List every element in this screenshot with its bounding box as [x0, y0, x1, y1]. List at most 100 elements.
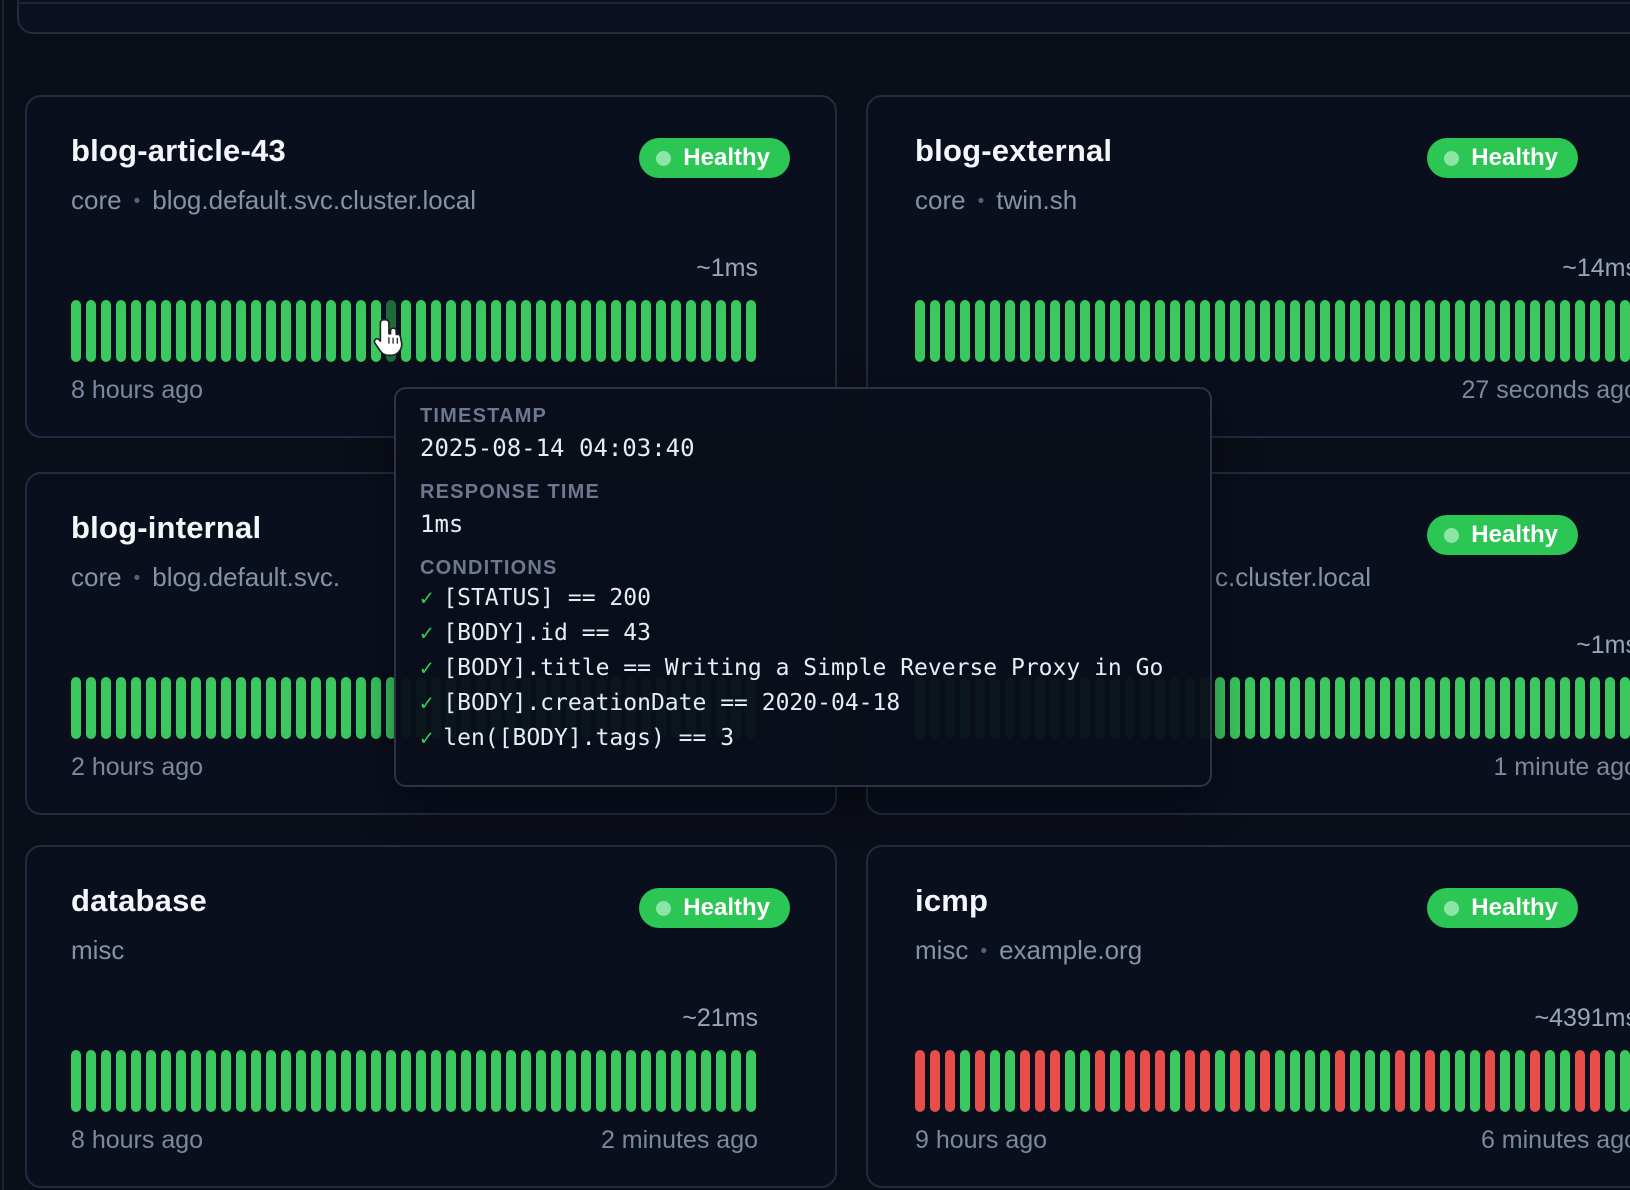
uptime-bar[interactable]	[1620, 677, 1630, 739]
uptime-bar[interactable]	[1200, 300, 1210, 362]
uptime-bar[interactable]	[71, 300, 81, 362]
uptime-bar[interactable]	[341, 1050, 351, 1112]
uptime-bar[interactable]	[161, 677, 171, 739]
uptime-bar[interactable]	[1380, 677, 1390, 739]
uptime-bar[interactable]	[71, 1050, 81, 1112]
uptime-bar[interactable]	[731, 300, 741, 362]
uptime-bar[interactable]	[1095, 1050, 1105, 1112]
uptime-bar[interactable]	[1380, 300, 1390, 362]
uptime-bar[interactable]	[1065, 300, 1075, 362]
uptime-bar[interactable]	[990, 1050, 1000, 1112]
uptime-bar[interactable]	[266, 300, 276, 362]
uptime-bar[interactable]	[746, 1050, 756, 1112]
uptime-bar[interactable]	[1365, 300, 1375, 362]
uptime-bar[interactable]	[101, 677, 111, 739]
uptime-bar[interactable]	[716, 300, 726, 362]
uptime-bar[interactable]	[596, 300, 606, 362]
uptime-bar[interactable]	[1185, 300, 1195, 362]
uptime-bar[interactable]	[1275, 1050, 1285, 1112]
uptime-bar[interactable]	[86, 300, 96, 362]
uptime-bar[interactable]	[1530, 1050, 1540, 1112]
service-card-icmp[interactable]: icmp misc•example.org Healthy ~4391ms 9 …	[866, 845, 1630, 1188]
uptime-bar[interactable]	[1560, 1050, 1570, 1112]
uptime-bar[interactable]	[131, 677, 141, 739]
uptime-bar[interactable]	[356, 1050, 366, 1112]
uptime-bar[interactable]	[1395, 677, 1405, 739]
uptime-bar[interactable]	[1470, 300, 1480, 362]
uptime-bar[interactable]	[930, 300, 940, 362]
uptime-bar[interactable]	[656, 1050, 666, 1112]
uptime-bar[interactable]	[1200, 1050, 1210, 1112]
uptime-bar[interactable]	[1350, 300, 1360, 362]
uptime-bar[interactable]	[1425, 677, 1435, 739]
uptime-bar[interactable]	[146, 1050, 156, 1112]
uptime-bar[interactable]	[1050, 1050, 1060, 1112]
uptime-bar[interactable]	[146, 677, 156, 739]
uptime-bar[interactable]	[1455, 300, 1465, 362]
uptime-bar[interactable]	[1170, 300, 1180, 362]
uptime-bar[interactable]	[1395, 300, 1405, 362]
uptime-bar[interactable]	[296, 300, 306, 362]
uptime-bar[interactable]	[1425, 1050, 1435, 1112]
uptime-bar[interactable]	[266, 1050, 276, 1112]
uptime-bar[interactable]	[1215, 300, 1225, 362]
uptime-bar[interactable]	[281, 300, 291, 362]
uptime-bar[interactable]	[1575, 1050, 1585, 1112]
uptime-bar[interactable]	[1245, 677, 1255, 739]
uptime-bar[interactable]	[1545, 300, 1555, 362]
uptime-bar[interactable]	[1365, 1050, 1375, 1112]
uptime-bar[interactable]	[86, 1050, 96, 1112]
uptime-bar[interactable]	[1320, 1050, 1330, 1112]
uptime-bar[interactable]	[1545, 1050, 1555, 1112]
uptime-bar[interactable]	[1080, 300, 1090, 362]
uptime-bar[interactable]	[1350, 1050, 1360, 1112]
uptime-bar[interactable]	[1050, 300, 1060, 362]
uptime-bar[interactable]	[1275, 300, 1285, 362]
uptime-bar[interactable]	[975, 1050, 985, 1112]
uptime-bar[interactable]	[1590, 677, 1600, 739]
uptime-bar[interactable]	[296, 677, 306, 739]
uptime-bar[interactable]	[1605, 1050, 1615, 1112]
uptime-bar[interactable]	[1560, 677, 1570, 739]
uptime-bar[interactable]	[131, 1050, 141, 1112]
uptime-bar[interactable]	[671, 1050, 681, 1112]
uptime-bar[interactable]	[1440, 677, 1450, 739]
uptime-bar[interactable]	[476, 300, 486, 362]
uptime-bar[interactable]	[206, 300, 216, 362]
uptime-bar[interactable]	[1290, 1050, 1300, 1112]
uptime-bar-graph[interactable]	[71, 300, 756, 362]
uptime-bar[interactable]	[1290, 300, 1300, 362]
uptime-bar[interactable]	[1350, 677, 1360, 739]
uptime-bar[interactable]	[1410, 300, 1420, 362]
uptime-bar[interactable]	[176, 1050, 186, 1112]
uptime-bar[interactable]	[521, 300, 531, 362]
uptime-bar[interactable]	[1110, 300, 1120, 362]
uptime-bar[interactable]	[686, 300, 696, 362]
uptime-bar[interactable]	[476, 1050, 486, 1112]
uptime-bar[interactable]	[686, 1050, 696, 1112]
uptime-bar[interactable]	[356, 300, 366, 362]
uptime-bar[interactable]	[1005, 300, 1015, 362]
uptime-bar-graph[interactable]	[915, 1050, 1630, 1112]
uptime-bar[interactable]	[701, 1050, 711, 1112]
uptime-bar[interactable]	[131, 300, 141, 362]
uptime-bar[interactable]	[1290, 677, 1300, 739]
uptime-bar[interactable]	[1530, 300, 1540, 362]
uptime-bar[interactable]	[491, 300, 501, 362]
uptime-bar[interactable]	[1035, 300, 1045, 362]
uptime-bar[interactable]	[611, 300, 621, 362]
uptime-bar[interactable]	[1455, 1050, 1465, 1112]
uptime-bar[interactable]	[930, 1050, 940, 1112]
uptime-bar[interactable]	[431, 1050, 441, 1112]
uptime-bar[interactable]	[1335, 1050, 1345, 1112]
uptime-bar[interactable]	[221, 300, 231, 362]
uptime-bar[interactable]	[1305, 300, 1315, 362]
uptime-bar[interactable]	[1335, 300, 1345, 362]
uptime-bar[interactable]	[626, 1050, 636, 1112]
uptime-bar[interactable]	[1035, 1050, 1045, 1112]
uptime-bar[interactable]	[236, 300, 246, 362]
uptime-bar[interactable]	[1575, 300, 1585, 362]
uptime-bar[interactable]	[1140, 1050, 1150, 1112]
uptime-bar[interactable]	[1245, 300, 1255, 362]
uptime-bar[interactable]	[1485, 1050, 1495, 1112]
